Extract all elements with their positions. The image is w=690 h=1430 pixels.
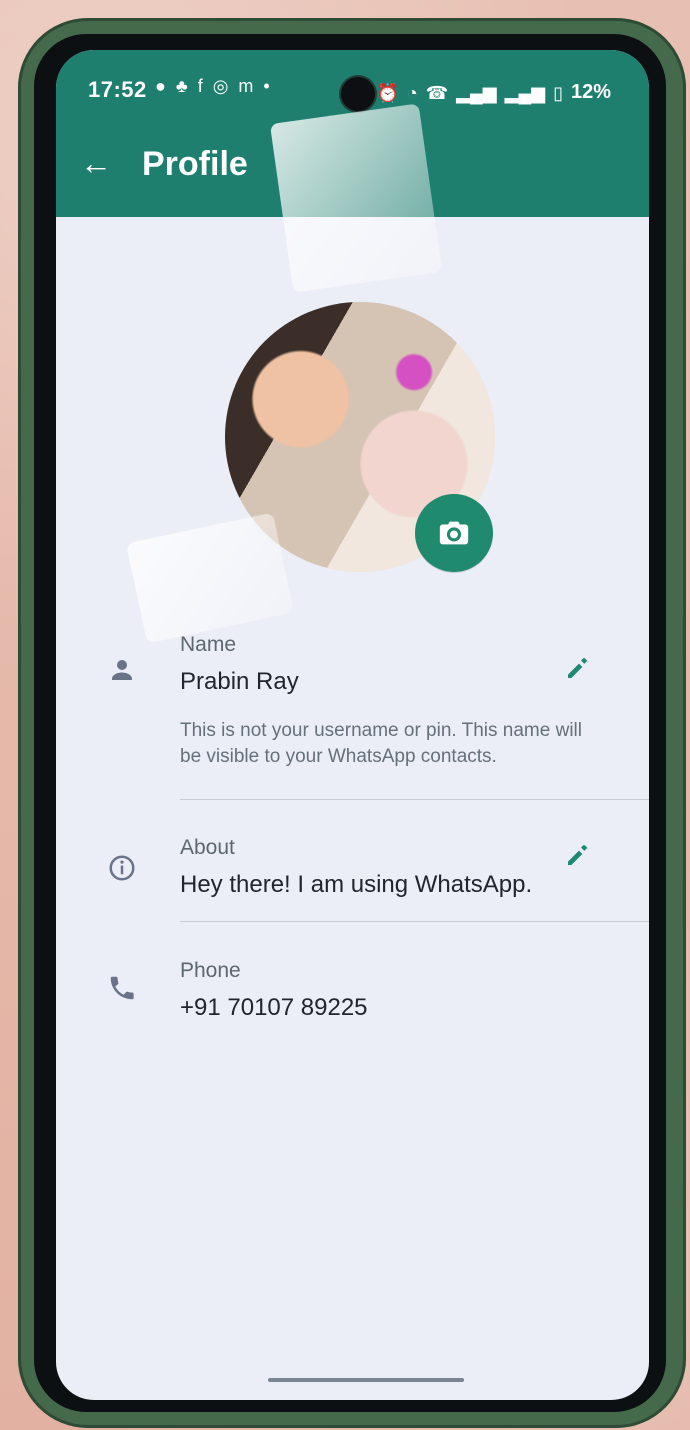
phone-value[interactable]: +91 70107 89225 [180, 994, 597, 1022]
phone-row: Phone +91 70107 89225 [56, 959, 649, 1059]
m-icon: m [238, 76, 254, 96]
about-label: About [180, 836, 235, 859]
name-value[interactable]: Prabin Ray [180, 668, 597, 696]
name-text-group: Name Prabin Ray This is not your usernam… [180, 633, 597, 770]
profile-content: Name Prabin Ray This is not your usernam… [56, 217, 649, 1400]
battery-percentage: 12% [570, 81, 611, 103]
alarm-icon: ⏰ [376, 82, 399, 103]
edit-name-icon[interactable] [563, 653, 597, 687]
edit-about-icon[interactable] [563, 840, 597, 874]
about-text-group: About Hey there! I am using WhatsApp. [180, 836, 597, 899]
signal-icon: ▂▄▆ [456, 82, 497, 103]
battery-icon: ▯ [553, 82, 563, 103]
divider [180, 799, 649, 800]
message-icon: ● [155, 76, 166, 96]
name-label: Name [180, 633, 237, 656]
back-arrow-icon[interactable]: ← [80, 145, 112, 182]
signal-icon: ▂▄▆ [504, 82, 546, 103]
call-icon: ☎ [425, 82, 449, 103]
status-left-icons: ● ♣ f ◎ m • [155, 77, 270, 95]
snapchat-icon: ♣ [175, 76, 188, 96]
name-row: Name Prabin Ray This is not your usernam… [56, 633, 649, 803]
home-gesture-pill [268, 1378, 464, 1382]
about-value[interactable]: Hey there! I am using WhatsApp. [180, 871, 597, 899]
instagram-icon: ◎ [212, 76, 229, 96]
info-icon [104, 850, 140, 886]
name-help-text: This is not your username or pin. This n… [180, 720, 582, 767]
screen-glare [269, 103, 443, 293]
phone-icon [104, 970, 140, 1006]
front-camera-hole [341, 77, 375, 111]
dot-icon: • [263, 76, 270, 96]
phone-text-group: Phone +91 70107 89225 [180, 959, 597, 1022]
status-time: 17:52 [88, 77, 147, 102]
phone-screen: 17:52 ● ♣ f ◎ m • ⏰ ◔ ☎ ▂▄▆ ▂▄▆ ▯ 12% ← … [56, 50, 649, 1400]
change-photo-button[interactable] [415, 494, 493, 572]
camera-icon [439, 521, 469, 545]
phone-label: Phone [180, 959, 241, 982]
page-title: Profile [142, 145, 248, 183]
person-icon [104, 652, 140, 688]
status-right-icons: ⏰ ◔ ☎ ▂▄▆ ▂▄▆ ▯ 12% [376, 81, 611, 104]
wifi-icon: ◔ [406, 82, 418, 103]
facebook-icon: f [197, 76, 203, 96]
divider [180, 921, 649, 922]
